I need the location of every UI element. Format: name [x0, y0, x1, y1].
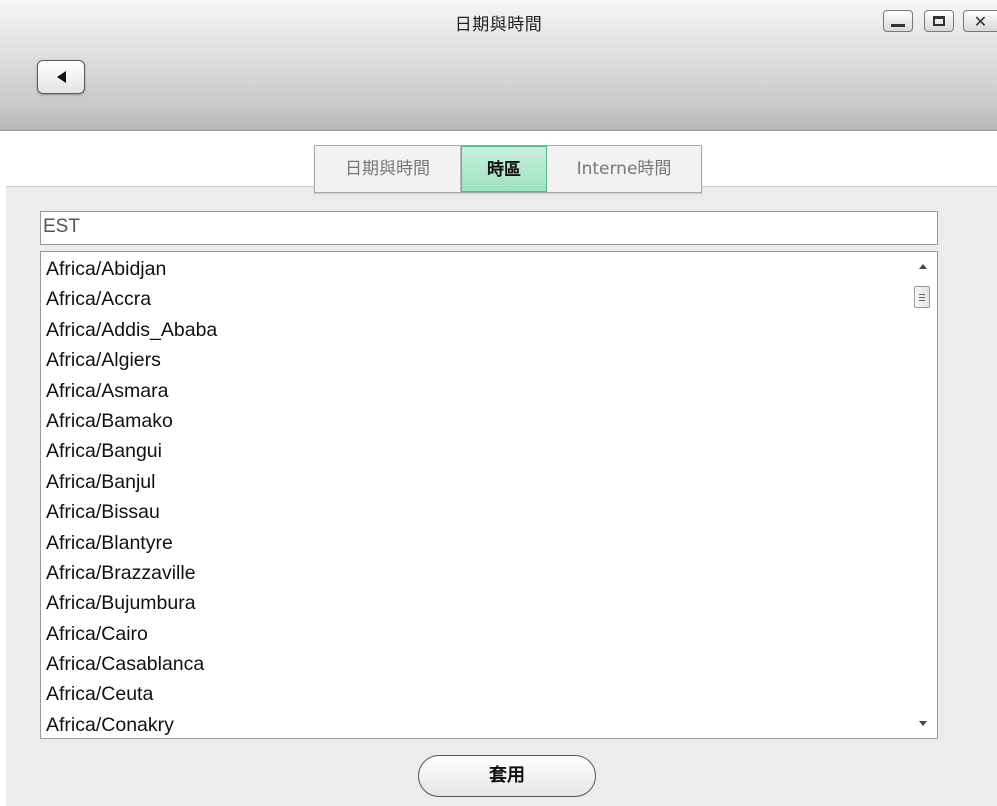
minimize-button[interactable]	[883, 10, 913, 32]
timezone-list-item[interactable]: Africa/Abidjan	[46, 254, 217, 284]
timezone-list-item[interactable]: Africa/Bangui	[46, 436, 217, 466]
apply-button[interactable]: 套用	[418, 755, 596, 797]
timezone-list-item[interactable]: Africa/Bissau	[46, 497, 217, 527]
timezone-list-item[interactable]: Africa/Cairo	[46, 619, 217, 649]
timezone-search-input[interactable]: EST	[40, 211, 938, 245]
timezone-list-item[interactable]: Africa/Ceuta	[46, 679, 217, 709]
tab-internet-time[interactable]: Interne時間	[547, 146, 701, 192]
timezone-list-item[interactable]: Africa/Casablanca	[46, 649, 217, 679]
title-bar: 日期與時間 ✕	[0, 0, 997, 131]
timezone-list-item[interactable]: Africa/Banjul	[46, 467, 217, 497]
timezone-list-item[interactable]: Africa/Bamako	[46, 406, 217, 436]
maximize-button[interactable]	[924, 10, 954, 32]
timezone-list-item[interactable]: Africa/Brazzaville	[46, 558, 217, 588]
scrollbar[interactable]	[909, 252, 937, 738]
timezone-list-item[interactable]: Africa/Conakry	[46, 710, 217, 738]
scroll-up-icon[interactable]	[919, 264, 927, 269]
back-arrow-icon	[56, 71, 66, 83]
close-icon: ✕	[973, 11, 988, 31]
tab-timezone[interactable]: 時區	[461, 146, 547, 192]
timezone-list-items: Africa/Abidjan Africa/Accra Africa/Addis_A…	[46, 254, 217, 738]
window-title: 日期與時間	[454, 15, 543, 35]
close-button[interactable]: ✕	[963, 10, 997, 32]
scroll-down-icon[interactable]	[919, 721, 927, 726]
tab-date-time[interactable]: 日期與時間	[315, 146, 461, 192]
back-button[interactable]	[37, 60, 85, 94]
tab-bar: 日期與時間 時區 Interne時間	[314, 145, 702, 193]
timezone-list-item[interactable]: Africa/Algiers	[46, 345, 217, 375]
grip-line	[919, 300, 925, 301]
timezone-list-item[interactable]: Africa/Blantyre	[46, 528, 217, 558]
timezone-list-item[interactable]: Africa/Bujumbura	[46, 588, 217, 618]
minimize-icon	[891, 23, 905, 27]
timezone-list[interactable]: Africa/Abidjan Africa/Accra Africa/Addis_A…	[40, 251, 938, 739]
grip-line	[919, 294, 925, 295]
timezone-list-item[interactable]: Africa/Asmara	[46, 376, 217, 406]
maximize-icon	[933, 16, 945, 26]
scroll-thumb[interactable]	[914, 286, 930, 308]
timezone-list-item[interactable]: Africa/Accra	[46, 284, 217, 314]
grip-line	[919, 297, 925, 298]
timezone-list-item[interactable]: Africa/Addis_Ababa	[46, 315, 217, 345]
